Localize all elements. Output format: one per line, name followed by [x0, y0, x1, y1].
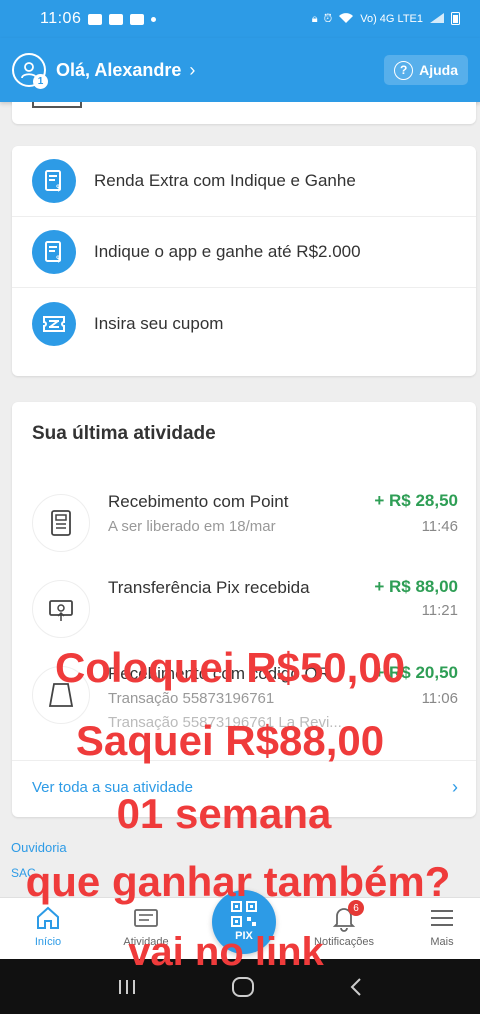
sac-link[interactable]: SAC — [11, 866, 36, 880]
back-icon[interactable] — [348, 977, 364, 997]
nav-notifications-label: Notificações — [314, 936, 374, 948]
receipt-icon: $ — [32, 230, 76, 274]
activity-item-subtitle: A ser liberado em 18/mar — [108, 518, 276, 535]
dot-icon — [151, 16, 157, 22]
nav-notifications[interactable]: Notificações — [296, 898, 392, 960]
activity-item[interactable]: Transferência Pix recebida + R$ 88,00 11… — [12, 568, 476, 654]
status-bar: 11:06 🔒︎ ⏰︎ Vo) 4G LTE1 — [0, 0, 480, 38]
activity-item[interactable]: Recebimento com código QR Transação 5587… — [12, 654, 476, 740]
nav-activity[interactable]: Atividade — [98, 898, 194, 960]
menu-icon — [431, 910, 453, 926]
promo-card: $ Renda Extra com Indique e Ganhe $ Indi… — [12, 146, 476, 376]
alarm-icon: ⏰︎ — [323, 12, 333, 25]
activity-item[interactable]: Recebimento com Point A ser liberado em … — [12, 482, 476, 568]
greeting[interactable]: Olá, Alexandre — [56, 60, 181, 81]
activity-item-time: 11:21 — [421, 602, 458, 619]
wifi-icon — [338, 12, 354, 27]
svg-text:$: $ — [56, 254, 61, 264]
notifications-badge: 6 — [348, 900, 364, 916]
coupon-icon — [32, 301, 76, 346]
image-icon — [130, 13, 145, 25]
lock-icon: 🔒︎ — [311, 12, 318, 25]
help-label: Ajuda — [419, 62, 458, 78]
pix-button[interactable]: PIX — [212, 890, 276, 954]
recent-apps-icon[interactable] — [116, 978, 138, 996]
nav-more-label: Mais — [430, 936, 454, 948]
avatar-badge: 1 — [33, 74, 48, 89]
nav-more[interactable]: Mais — [394, 898, 480, 960]
qr-receipt-icon — [32, 666, 90, 724]
folder-icon — [109, 13, 124, 25]
activity-item-title: Recebimento com código QR — [108, 664, 331, 683]
pix-label: PIX — [235, 930, 253, 942]
promo-row[interactable]: Insira seu cupom — [12, 288, 476, 359]
activity-card: Sua última atividade Recebimento com Poi… — [12, 402, 476, 817]
card-icon-fragment — [32, 102, 82, 108]
promo-label: Renda Extra com Indique e Ganhe — [94, 171, 356, 190]
bottom-nav: Início Atividade PIX Notificações 6 Mais — [0, 890, 480, 960]
receipt-icon: $ — [32, 159, 76, 203]
point-terminal-icon — [32, 494, 90, 552]
battery-icon — [451, 11, 460, 28]
pix-transfer-icon — [32, 580, 90, 638]
partial-card — [12, 102, 476, 124]
help-button[interactable]: ? Ajuda — [384, 55, 468, 85]
divider — [12, 760, 476, 761]
home-icon — [37, 906, 59, 929]
activity-item-title: Recebimento com Point — [108, 492, 289, 511]
activity-item-detail: Transação 55873196761 La Revi... — [108, 714, 342, 731]
activity-item-amount: + R$ 28,50 — [374, 491, 458, 510]
qr-code-icon — [231, 901, 257, 927]
activity-icon — [134, 909, 158, 927]
activity-item-time: 11:46 — [421, 518, 458, 535]
help-icon: ? — [394, 60, 414, 80]
activity-item-amount: + R$ 20,50 — [374, 663, 458, 682]
home-button-icon[interactable] — [231, 976, 255, 998]
see-all-activity-link[interactable]: Ver toda a sua atividade — [32, 779, 193, 796]
promo-label: Insira seu cupom — [94, 313, 224, 333]
activity-title: Sua última atividade — [32, 423, 216, 444]
ouvidoria-link[interactable]: Ouvidoria — [11, 840, 67, 855]
video-icon — [88, 13, 103, 25]
status-time: 11:06 — [40, 10, 82, 27]
activity-item-title: Transferência Pix recebida — [108, 578, 310, 597]
nav-activity-label: Atividade — [123, 936, 169, 948]
app-header: 1 Olá, Alexandre › ? Ajuda — [0, 38, 480, 102]
nav-home[interactable]: Início — [0, 898, 96, 960]
promo-row[interactable]: $ Indique o app e ganhe até R$2.000 — [12, 217, 476, 288]
main-content[interactable]: $ Renda Extra com Indique e Ganhe $ Indi… — [0, 102, 480, 897]
system-nav-bar — [0, 959, 480, 1014]
chevron-right-icon[interactable]: › — [189, 60, 195, 81]
chevron-right-icon[interactable]: › — [452, 777, 458, 798]
activity-item-time: 11:06 — [421, 690, 458, 707]
promo-label: Indique o app e ganhe até R$2.000 — [94, 242, 361, 261]
avatar[interactable]: 1 — [12, 53, 48, 89]
svg-text:$: $ — [56, 183, 61, 193]
activity-item-subtitle: Transação 55873196761 — [108, 690, 275, 707]
signal-icon — [429, 12, 445, 27]
activity-item-amount: + R$ 88,00 — [374, 577, 458, 596]
nav-home-label: Início — [34, 936, 62, 948]
network-label: Vo) 4G LTE1 — [360, 13, 423, 25]
promo-row[interactable]: $ Renda Extra com Indique e Ganhe — [12, 146, 476, 217]
